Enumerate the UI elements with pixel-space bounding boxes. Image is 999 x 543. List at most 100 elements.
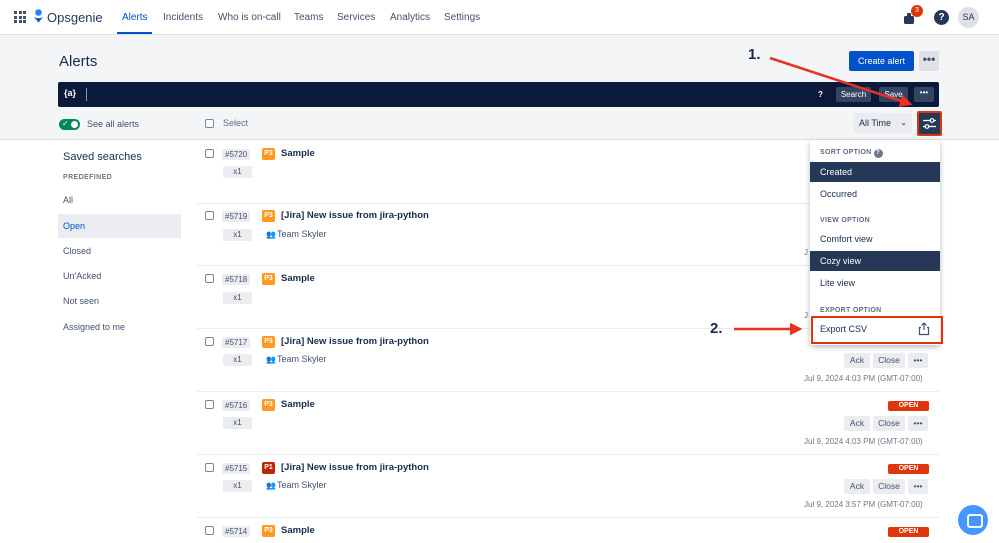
comfort-view-option[interactable]: Comfort view bbox=[810, 229, 940, 249]
alert-count: x1 bbox=[223, 417, 252, 429]
see-all-alerts-toggle[interactable]: ✓ bbox=[59, 119, 80, 130]
nav-services[interactable]: Services bbox=[337, 12, 375, 23]
app-switcher-icon[interactable] bbox=[14, 11, 26, 23]
search-button[interactable]: Search bbox=[836, 87, 871, 102]
time-range-value: All Time bbox=[859, 118, 892, 128]
team-icon: 👥 bbox=[266, 481, 276, 490]
alert-title[interactable]: Sample bbox=[281, 273, 315, 284]
user-avatar[interactable]: SA bbox=[958, 7, 979, 28]
alert-more-button[interactable]: ••• bbox=[908, 353, 928, 368]
sliders-icon bbox=[923, 118, 936, 129]
sort-option-heading: SORT OPTION? bbox=[820, 149, 883, 158]
sort-created-option[interactable]: Created bbox=[810, 162, 940, 182]
list-settings-button[interactable] bbox=[917, 111, 942, 136]
team-name: Team Skyler bbox=[277, 229, 327, 239]
alert-checkbox[interactable] bbox=[205, 211, 214, 220]
priority-badge: P3 bbox=[262, 273, 275, 285]
row-divider bbox=[197, 391, 939, 392]
saved-search-open[interactable]: Open bbox=[58, 214, 181, 238]
alert-id: #5717 bbox=[222, 337, 251, 348]
team-label: 👥Team Skyler bbox=[266, 229, 327, 239]
search-input-caret bbox=[86, 88, 87, 101]
select-label: Select bbox=[223, 118, 249, 128]
priority-badge: P3 bbox=[262, 336, 275, 348]
alert-title[interactable]: [Jira] New issue from jira-python bbox=[281, 336, 429, 347]
saved-search-not-seen[interactable]: Not seen bbox=[58, 289, 181, 313]
alert-checkbox[interactable] bbox=[205, 274, 214, 283]
team-name: Team Skyler bbox=[277, 354, 327, 364]
search-help-icon[interactable]: ? bbox=[818, 90, 823, 99]
saved-search-closed[interactable]: Closed bbox=[58, 239, 181, 263]
alert-checkbox[interactable] bbox=[205, 149, 214, 158]
nav-settings[interactable]: Settings bbox=[444, 12, 480, 23]
alert-checkbox[interactable] bbox=[205, 337, 214, 346]
alert-timestamp: Jul 9, 2024 4:03 PM (GMT-07:00) bbox=[804, 374, 923, 383]
header-more-button[interactable]: ••• bbox=[919, 51, 939, 71]
nav-alerts[interactable]: Alerts bbox=[122, 12, 148, 23]
see-all-alerts-label: See all alerts bbox=[87, 119, 140, 129]
alert-checkbox[interactable] bbox=[205, 526, 214, 535]
annotation-step-2: 2. bbox=[710, 320, 723, 337]
close-button[interactable]: Close bbox=[873, 353, 905, 368]
alert-title[interactable]: Sample bbox=[281, 399, 315, 410]
help-icon[interactable]: ? bbox=[934, 10, 949, 25]
nav-analytics[interactable]: Analytics bbox=[390, 12, 430, 23]
sort-option-heading-label: SORT OPTION bbox=[820, 149, 872, 156]
sort-occurred-option[interactable]: Occurred bbox=[810, 184, 940, 204]
ack-button[interactable]: Ack bbox=[844, 353, 870, 368]
alert-timestamp: Jul 9, 2024 3:57 PM (GMT-07:00) bbox=[804, 500, 923, 509]
alert-count: x1 bbox=[223, 166, 252, 178]
close-button[interactable]: Close bbox=[873, 479, 905, 494]
alert-count: x1 bbox=[223, 229, 252, 241]
team-label: 👥Team Skyler bbox=[266, 480, 327, 490]
export-csv-label: Export CSV bbox=[820, 324, 868, 334]
time-range-select[interactable]: All Time ⌄ bbox=[854, 113, 912, 133]
status-badge: OPEN bbox=[888, 527, 929, 537]
saved-search-assigned-to-me[interactable]: Assigned to me bbox=[58, 315, 181, 339]
opsgenie-logo-icon bbox=[34, 9, 43, 23]
status-badge: OPEN bbox=[888, 401, 929, 411]
active-nav-indicator bbox=[117, 32, 152, 34]
sort-help-icon[interactable]: ? bbox=[873, 149, 883, 158]
create-alert-button[interactable]: Create alert bbox=[849, 51, 914, 71]
search-more-button[interactable]: ••• bbox=[914, 87, 934, 102]
priority-badge: P1 bbox=[262, 462, 275, 474]
nav-who-is-on-call[interactable]: Who is on-call bbox=[218, 12, 281, 23]
chat-support-icon[interactable] bbox=[958, 505, 988, 535]
close-button[interactable]: Close bbox=[873, 416, 905, 431]
chevron-down-icon: ⌄ bbox=[900, 118, 907, 127]
team-icon: 👥 bbox=[266, 230, 276, 239]
predefined-heading: PREDEFINED bbox=[63, 174, 113, 181]
list-options-dropdown: SORT OPTION? Created Occurred VIEW OPTIO… bbox=[810, 140, 940, 345]
alert-title[interactable]: [Jira] New issue from jira-python bbox=[281, 462, 429, 473]
nav-incidents[interactable]: Incidents bbox=[163, 12, 203, 23]
alert-count: x1 bbox=[223, 354, 252, 366]
select-all-checkbox[interactable] bbox=[205, 119, 214, 128]
export-share-icon bbox=[918, 322, 930, 336]
saved-search-unacked[interactable]: Un'Acked bbox=[58, 264, 181, 288]
priority-badge: P3 bbox=[262, 399, 275, 411]
brand-name[interactable]: Opsgenie bbox=[47, 10, 103, 25]
partial-timestamp: J bbox=[804, 311, 808, 320]
ack-button[interactable]: Ack bbox=[844, 479, 870, 494]
team-label: 👥Team Skyler bbox=[266, 354, 327, 364]
ack-button[interactable]: Ack bbox=[844, 416, 870, 431]
top-nav: Opsgenie Alerts Incidents Who is on-call… bbox=[0, 0, 999, 35]
nav-teams[interactable]: Teams bbox=[294, 12, 323, 23]
alert-title[interactable]: Sample bbox=[281, 148, 315, 159]
saved-search-all[interactable]: All bbox=[58, 188, 181, 212]
alert-more-button[interactable]: ••• bbox=[908, 479, 928, 494]
alert-checkbox[interactable] bbox=[205, 463, 214, 472]
alert-title[interactable]: [Jira] New issue from jira-python bbox=[281, 210, 429, 221]
alert-more-button[interactable]: ••• bbox=[908, 416, 928, 431]
team-name: Team Skyler bbox=[277, 480, 327, 490]
alert-search-bar[interactable]: {a} ? Search Save ••• bbox=[58, 82, 939, 107]
cozy-view-option[interactable]: Cozy view bbox=[810, 251, 940, 271]
lite-view-option[interactable]: Lite view bbox=[810, 273, 940, 293]
annotation-step-1: 1. bbox=[748, 46, 761, 63]
alert-checkbox[interactable] bbox=[205, 400, 214, 409]
alert-id: #5715 bbox=[222, 463, 251, 474]
alert-title[interactable]: Sample bbox=[281, 525, 315, 536]
save-search-button[interactable]: Save bbox=[879, 87, 908, 102]
priority-badge: P3 bbox=[262, 525, 275, 537]
